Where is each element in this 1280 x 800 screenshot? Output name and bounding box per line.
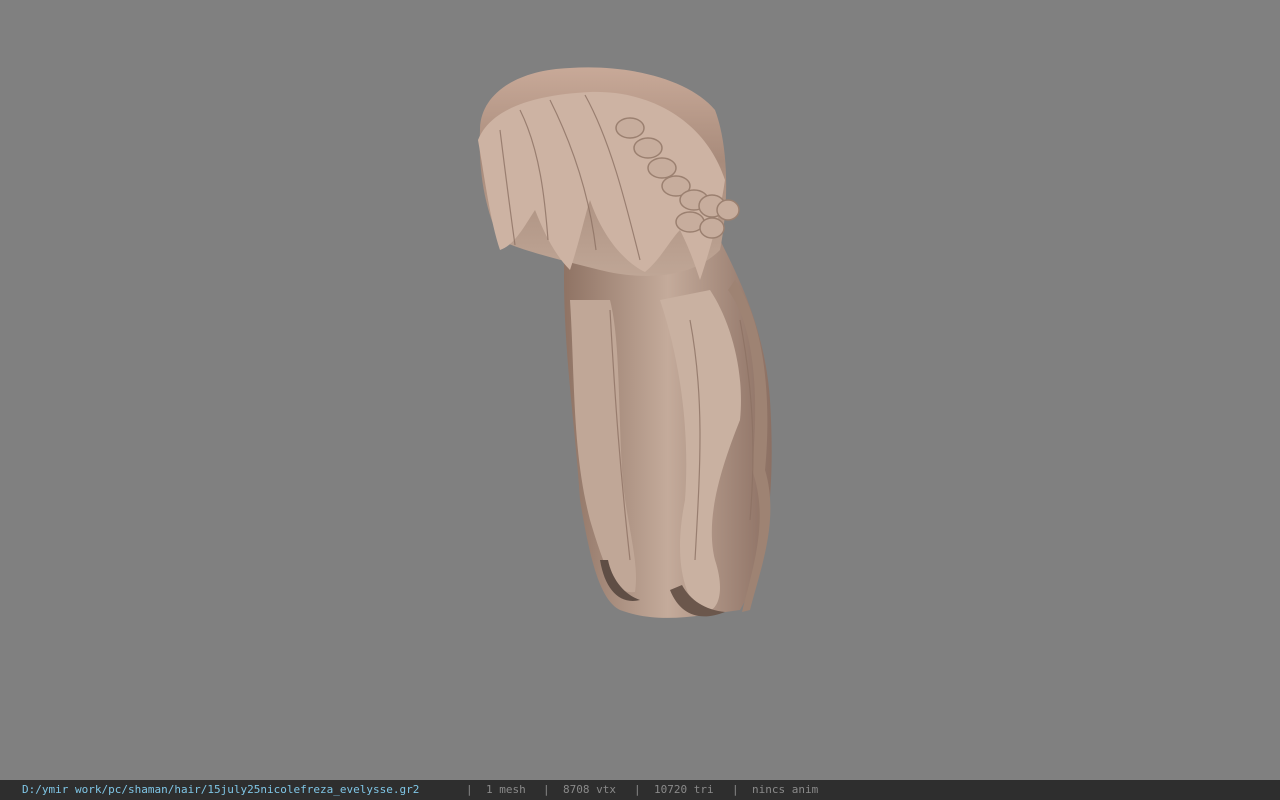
separator: | — [466, 783, 473, 796]
status-bar: D:/ymir work/pc/shaman/hair/15july25nico… — [0, 780, 1280, 800]
3d-viewport[interactable] — [0, 0, 1280, 780]
separator: | — [543, 783, 550, 796]
animation-status: nincs anim — [752, 783, 819, 796]
mesh-count: 1 mesh — [486, 783, 526, 796]
hair-model — [478, 67, 772, 618]
file-path: D:/ymir work/pc/shaman/hair/15july25nico… — [22, 783, 420, 796]
separator: | — [732, 783, 739, 796]
separator: | — [634, 783, 641, 796]
triangle-count: 10720 tri — [654, 783, 714, 796]
vertex-count: 8708 vtx — [563, 783, 616, 796]
